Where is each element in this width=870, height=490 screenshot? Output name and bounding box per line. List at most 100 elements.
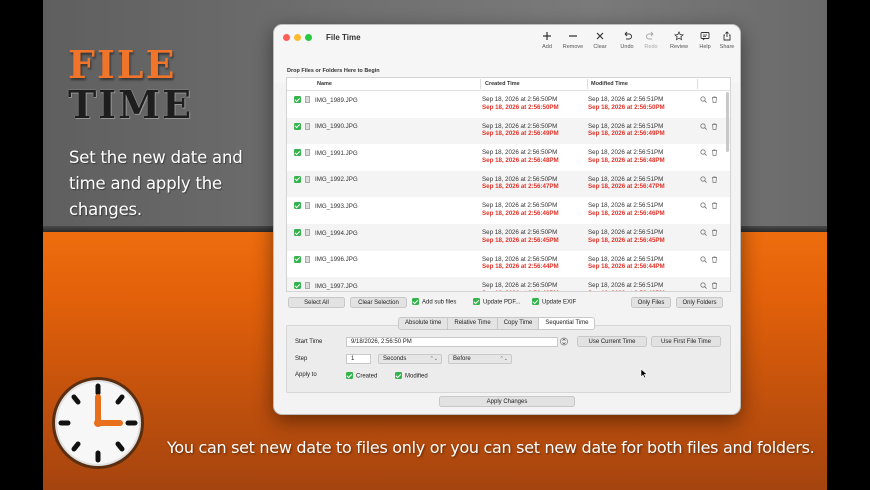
magnifier-icon[interactable] xyxy=(700,149,707,157)
created-time: Sep 18, 2026 at 2:56:50PM xyxy=(482,255,558,263)
table-row[interactable]: IMG_1991.JPG Sep 18, 2026 at 2:56:50PM Sep… xyxy=(287,144,730,171)
chevron-updown-icon: ⌃⌄ xyxy=(429,356,438,362)
update-exif-label: Update EXIF xyxy=(542,299,577,306)
magnifier-icon[interactable] xyxy=(700,229,707,236)
file-name: IMG_1989.JPG xyxy=(315,96,358,104)
trash-icon[interactable] xyxy=(711,256,718,263)
step-direction-select[interactable]: Before ⌃⌄ xyxy=(448,354,512,364)
add-sub-files-checkbox[interactable]: Add sub files xyxy=(412,298,456,306)
trash-icon[interactable] xyxy=(711,96,718,103)
created-time-new: Sep 18, 2026 at 2:56:50PM xyxy=(482,103,559,111)
apply-to-label: Apply to xyxy=(295,372,317,378)
add-button[interactable]: Add xyxy=(534,31,560,50)
magnifier-icon[interactable] xyxy=(700,122,707,130)
trash-icon[interactable] xyxy=(711,149,718,157)
use-first-file-time-button[interactable]: Use First File Time xyxy=(651,336,721,347)
created-time: Sep 18, 2026 at 2:56:50PM xyxy=(482,282,558,290)
row-checkbox[interactable] xyxy=(294,96,301,103)
apply-created-label: Created xyxy=(356,373,378,380)
tab-relative-time[interactable]: Relative Time xyxy=(448,318,498,329)
step-unit-select[interactable]: Seconds ⌃⌄ xyxy=(378,354,442,364)
table-scrollbar[interactable] xyxy=(726,92,729,152)
trash-icon[interactable] xyxy=(711,176,718,183)
file-icon xyxy=(305,175,310,183)
start-time-field[interactable]: 9/18/2026, 2:56:50 PM xyxy=(346,337,558,347)
mouse-cursor-icon xyxy=(640,368,648,379)
trash-icon[interactable] xyxy=(711,202,718,210)
select-all-button[interactable]: Select All xyxy=(288,297,345,308)
row-checkbox[interactable] xyxy=(294,202,301,210)
step-label: Step xyxy=(295,356,308,362)
share-button[interactable]: Share xyxy=(714,31,740,50)
apply-changes-button[interactable]: Apply Changes xyxy=(439,396,575,407)
table-row[interactable]: IMG_1996.JPG Sep 18, 2026 at 2:56:50PM Sep… xyxy=(287,251,730,278)
clear-button[interactable]: Clear xyxy=(587,31,613,50)
update-exif-checkbox[interactable]: Update EXIF xyxy=(532,298,576,306)
row-checkbox[interactable] xyxy=(294,122,301,130)
table-row[interactable]: IMG_1994.JPG Sep 18, 2026 at 2:56:50PM Sep… xyxy=(287,224,730,251)
file-name: IMG_1996.JPG xyxy=(315,256,358,264)
row-checkbox[interactable] xyxy=(294,282,301,290)
table-row[interactable]: IMG_1992.JPG Sep 18, 2026 at 2:56:50PM Sep… xyxy=(287,170,730,198)
update-pdf-checkbox[interactable]: Update PDF... xyxy=(473,298,520,306)
star-icon xyxy=(674,31,684,41)
file-table[interactable]: Name Created Time Modified Time IMG_1989… xyxy=(286,77,731,292)
column-header-name[interactable]: Name xyxy=(317,81,332,87)
remove-button[interactable]: Remove xyxy=(560,31,586,50)
created-time: Sep 18, 2026 at 2:56:50PM xyxy=(482,202,558,210)
use-current-time-button[interactable]: Use Current Time xyxy=(577,336,647,347)
column-header-modified[interactable]: Modified Time xyxy=(591,81,628,87)
tab-copy-time[interactable]: Copy Time xyxy=(498,318,540,329)
only-folders-button[interactable]: Only Folders xyxy=(676,297,723,308)
apply-modified-checkbox[interactable]: Modified xyxy=(395,372,428,380)
created-time: Sep 18, 2026 at 2:56:50PM xyxy=(482,175,558,183)
start-time-label: Start Time xyxy=(295,339,323,345)
trash-icon[interactable] xyxy=(711,123,718,130)
modified-time: Sep 18, 2026 at 2:56:51PM xyxy=(588,122,664,130)
magnifier-icon[interactable] xyxy=(700,282,707,290)
row-checkbox[interactable] xyxy=(294,229,301,236)
apply-created-checkbox[interactable]: Created xyxy=(346,372,377,380)
review-button[interactable]: Review xyxy=(666,31,692,50)
zoom-window-button[interactable] xyxy=(305,34,312,41)
share-icon xyxy=(723,31,731,41)
modified-time-new: Sep 18, 2026 at 2:56:48PM xyxy=(588,156,665,164)
window-title: File Time xyxy=(326,33,361,42)
screenshot-canvas: FILE TIME Set the new date and time and … xyxy=(0,0,870,490)
checkbox-checked-icon xyxy=(395,372,402,379)
trash-icon[interactable] xyxy=(711,282,718,290)
apply-modified-label: Modified xyxy=(405,373,428,380)
table-row[interactable]: IMG_1993.JPG Sep 18, 2026 at 2:56:50PM Sep… xyxy=(287,197,730,224)
created-time-new: Sep 18, 2026 at 2:56:44PM xyxy=(482,263,559,271)
table-row[interactable]: IMG_1990.JPG Sep 18, 2026 at 2:56:50PM Sep… xyxy=(287,117,730,145)
redo-button[interactable]: Redo xyxy=(638,31,664,50)
undo-button[interactable]: Undo xyxy=(614,31,640,50)
table-row[interactable]: IMG_1989.JPG Sep 18, 2026 at 2:56:50PM Sep… xyxy=(287,91,730,118)
magnifier-icon[interactable] xyxy=(700,202,707,210)
letterbox-left xyxy=(0,0,43,490)
tab-sequential-time[interactable]: Sequential Time xyxy=(539,318,595,329)
minimize-window-button[interactable] xyxy=(294,34,301,41)
tab-absolute-time[interactable]: Absolute time xyxy=(399,318,449,329)
row-checkbox[interactable] xyxy=(294,149,301,157)
close-window-button[interactable] xyxy=(283,34,290,41)
file-name: IMG_1994.JPG xyxy=(315,229,358,237)
column-header-created[interactable]: Created Time xyxy=(485,81,520,87)
row-checkbox[interactable] xyxy=(294,255,301,263)
created-time-new: Sep 18, 2026 at 2:56:46PM xyxy=(482,209,559,217)
clear-selection-button[interactable]: Clear Selection xyxy=(350,297,407,308)
table-row[interactable]: IMG_1997.JPG Sep 18, 2026 at 2:56:50PM Sep… xyxy=(287,277,730,291)
modified-time-new: Sep 18, 2026 at 2:56:47PM xyxy=(588,183,665,191)
row-checkbox[interactable] xyxy=(294,175,301,183)
letterbox-right xyxy=(827,0,870,490)
review-label: Review xyxy=(669,44,689,50)
magnifier-icon[interactable] xyxy=(700,176,707,183)
only-files-button[interactable]: Only Files xyxy=(631,297,671,308)
magnifier-icon[interactable] xyxy=(700,96,707,103)
step-field[interactable]: 1 xyxy=(346,354,371,364)
trash-icon[interactable] xyxy=(711,229,718,236)
magnifier-icon[interactable] xyxy=(700,255,707,263)
time-settings-panel: Start Time 9/18/2026, 2:56:50 PM Use Cur… xyxy=(286,325,731,393)
step-direction-value: Before xyxy=(453,356,471,362)
stepper-icon[interactable] xyxy=(560,336,568,347)
